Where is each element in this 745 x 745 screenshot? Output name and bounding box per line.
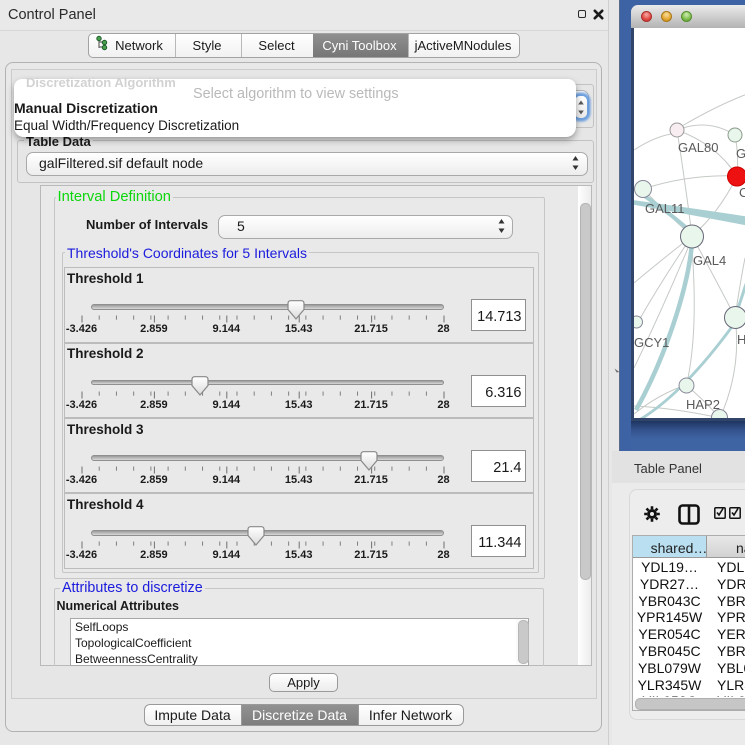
svg-text:HA: HA <box>737 332 745 347</box>
svg-text:GAL80: GAL80 <box>678 140 718 155</box>
svg-text:GCY1: GCY1 <box>634 335 669 350</box>
svg-text:GAL11: GAL11 <box>645 201 685 216</box>
svg-text:HAP2: HAP2 <box>686 397 720 412</box>
svg-text:CY: CY <box>739 185 745 200</box>
svg-text:GAL4: GAL4 <box>693 253 726 268</box>
svg-text:GA: GA <box>736 146 745 161</box>
